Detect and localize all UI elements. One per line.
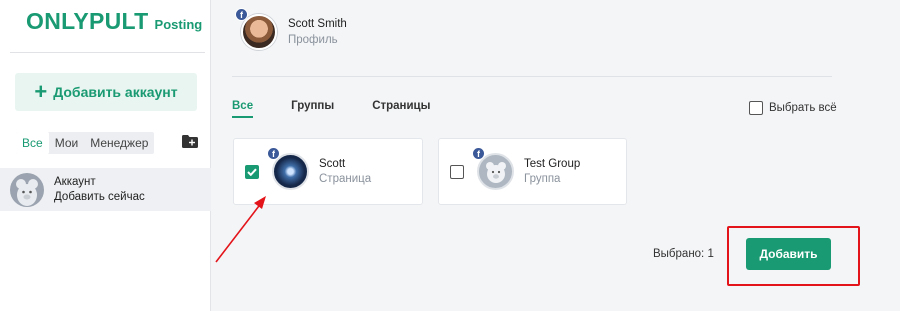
add-folder-icon[interactable] — [182, 135, 198, 148]
type-tabs: Все Группы Страницы — [232, 100, 468, 118]
tab-pages[interactable]: Страницы — [372, 100, 430, 118]
selected-count: Выбрано: 1 — [653, 248, 714, 260]
sidebar: ONLYPULT Posting + Добавить аккаунт Все … — [0, 0, 211, 311]
check-icon — [247, 168, 257, 176]
card-checkbox[interactable] — [450, 164, 464, 179]
facebook-icon: f — [267, 147, 280, 160]
card-name: Scott — [319, 157, 346, 170]
account-filter-tabs: Все Мои Менеджер — [16, 132, 155, 154]
logo-sub-text: Posting — [154, 17, 203, 32]
filter-tab-all[interactable]: Все — [16, 132, 49, 154]
filter-tab-manager[interactable]: Менеджер — [84, 132, 154, 154]
select-all-checkbox[interactable] — [749, 101, 763, 115]
profile-subtitle: Профиль — [288, 34, 338, 46]
facebook-icon: f — [235, 8, 248, 21]
divider — [232, 76, 832, 77]
plus-icon: + — [34, 79, 48, 104]
card-type: Страница — [319, 172, 372, 185]
account-subtitle: Добавить сейчас — [54, 190, 145, 203]
avatar: f — [235, 8, 277, 50]
bear-icon — [485, 161, 506, 183]
avatar: f — [472, 147, 514, 190]
profile-name: Scott Smith — [288, 18, 347, 30]
card-type: Группа — [524, 172, 561, 185]
account-list-item[interactable]: Аккаунт Добавить сейчас — [0, 168, 211, 211]
card-checkbox[interactable] — [245, 164, 259, 179]
annotation-highlight-box — [727, 226, 860, 286]
facebook-icon: f — [472, 147, 485, 160]
avatar — [10, 172, 44, 207]
logo-main-text: ONLYPULT — [26, 8, 149, 34]
tab-all[interactable]: Все — [232, 100, 254, 118]
filter-tab-mine[interactable]: Мои — [49, 132, 85, 154]
add-account-button[interactable]: + Добавить аккаунт — [15, 73, 197, 111]
tab-groups[interactable]: Группы — [291, 100, 334, 118]
divider — [10, 52, 205, 53]
profile-header: f Scott Smith Профиль — [235, 8, 347, 50]
bear-icon — [16, 178, 38, 206]
account-card-test-group[interactable]: f Test Group Группа — [438, 138, 627, 205]
account-card-scott[interactable]: f Scott Страница — [233, 138, 423, 205]
avatar: f — [267, 147, 309, 190]
account-title: Аккаунт — [54, 175, 96, 188]
card-name: Test Group — [524, 157, 581, 170]
select-all-label: Выбрать всё — [769, 102, 837, 114]
app-logo[interactable]: ONLYPULT Posting — [26, 8, 202, 35]
add-account-label: Добавить аккаунт — [53, 84, 178, 100]
select-all-toggle[interactable]: Выбрать всё — [749, 101, 837, 115]
main-panel: f Scott Smith Профиль Все Группы Страниц… — [212, 0, 900, 311]
